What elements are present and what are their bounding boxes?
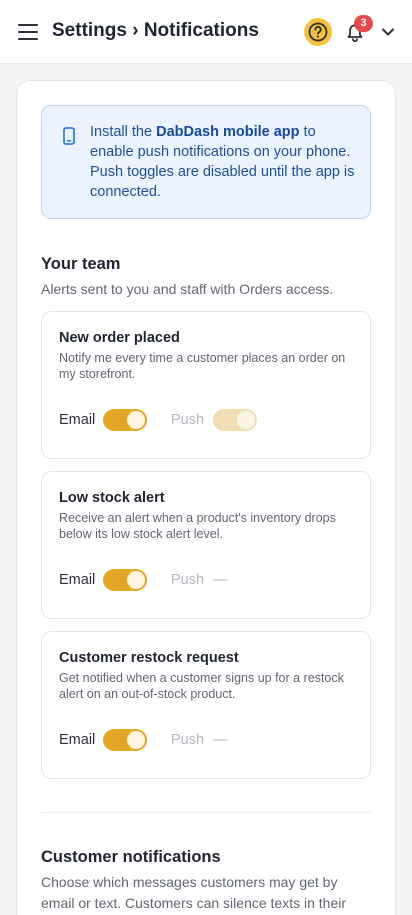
- card-title: Customer restock request: [59, 650, 239, 666]
- push-info-banner: Install the DabDash mobile app to enable…: [41, 105, 371, 219]
- account-menu-button[interactable]: [379, 24, 397, 40]
- chevron-down-icon: [382, 28, 394, 36]
- email-label: Email: [59, 732, 96, 748]
- email-label: Email: [59, 572, 96, 588]
- notification-card-restock-request: Customer restock request Get notified wh…: [41, 631, 371, 779]
- email-toggle[interactable]: [103, 729, 147, 751]
- push-unavailable: —: [213, 732, 228, 748]
- card-title: New order placed: [59, 330, 180, 346]
- team-section-title: Your team: [41, 255, 121, 273]
- push-toggle-disabled: [213, 409, 257, 431]
- customer-section-title: Customer notifications: [41, 848, 221, 866]
- push-unavailable: —: [213, 572, 228, 588]
- card-description: Get notified when a customer signs up fo…: [59, 671, 344, 701]
- notification-card-low-stock: Low stock alert Receive an alert when a …: [41, 471, 371, 619]
- push-label: Push: [171, 732, 205, 748]
- card-title: Low stock alert: [59, 490, 165, 506]
- hamburger-line: [18, 38, 38, 40]
- app-name-link[interactable]: DabDash mobile app: [156, 124, 299, 140]
- help-button[interactable]: [304, 18, 332, 46]
- phone-icon: [63, 127, 75, 145]
- page-title: Settings › Notifications: [52, 20, 259, 41]
- notification-count-badge: 3: [354, 15, 373, 32]
- notification-settings-panel: Install the DabDash mobile app to enable…: [16, 80, 396, 915]
- toggle-knob: [127, 731, 145, 749]
- info-banner-text: Install the DabDash mobile app to enable…: [90, 122, 358, 202]
- email-toggle[interactable]: [103, 409, 147, 431]
- question-circle-icon: [308, 22, 328, 42]
- section-divider: [41, 812, 371, 813]
- toggle-knob: [237, 411, 255, 429]
- card-description: Receive an alert when a product's invent…: [59, 511, 336, 541]
- hamburger-menu-icon[interactable]: [18, 24, 38, 40]
- team-section-description: Alerts sent to you and staff with Orders…: [41, 281, 334, 297]
- customer-section-description: Choose which messages customers may get …: [41, 874, 347, 911]
- email-toggle[interactable]: [103, 569, 147, 591]
- email-label: Email: [59, 412, 96, 428]
- card-description: Notify me every time a customer places a…: [59, 351, 346, 381]
- push-label: Push: [171, 412, 205, 428]
- notification-card-new-order: New order placed Notify me every time a …: [41, 311, 371, 459]
- push-label: Push: [171, 572, 205, 588]
- info-text-part: Install the: [90, 124, 157, 140]
- hamburger-line: [18, 24, 38, 26]
- top-bar: Settings › Notifications 3: [0, 0, 412, 64]
- toggle-knob: [127, 571, 145, 589]
- hamburger-line: [18, 31, 38, 33]
- toggle-knob: [127, 411, 145, 429]
